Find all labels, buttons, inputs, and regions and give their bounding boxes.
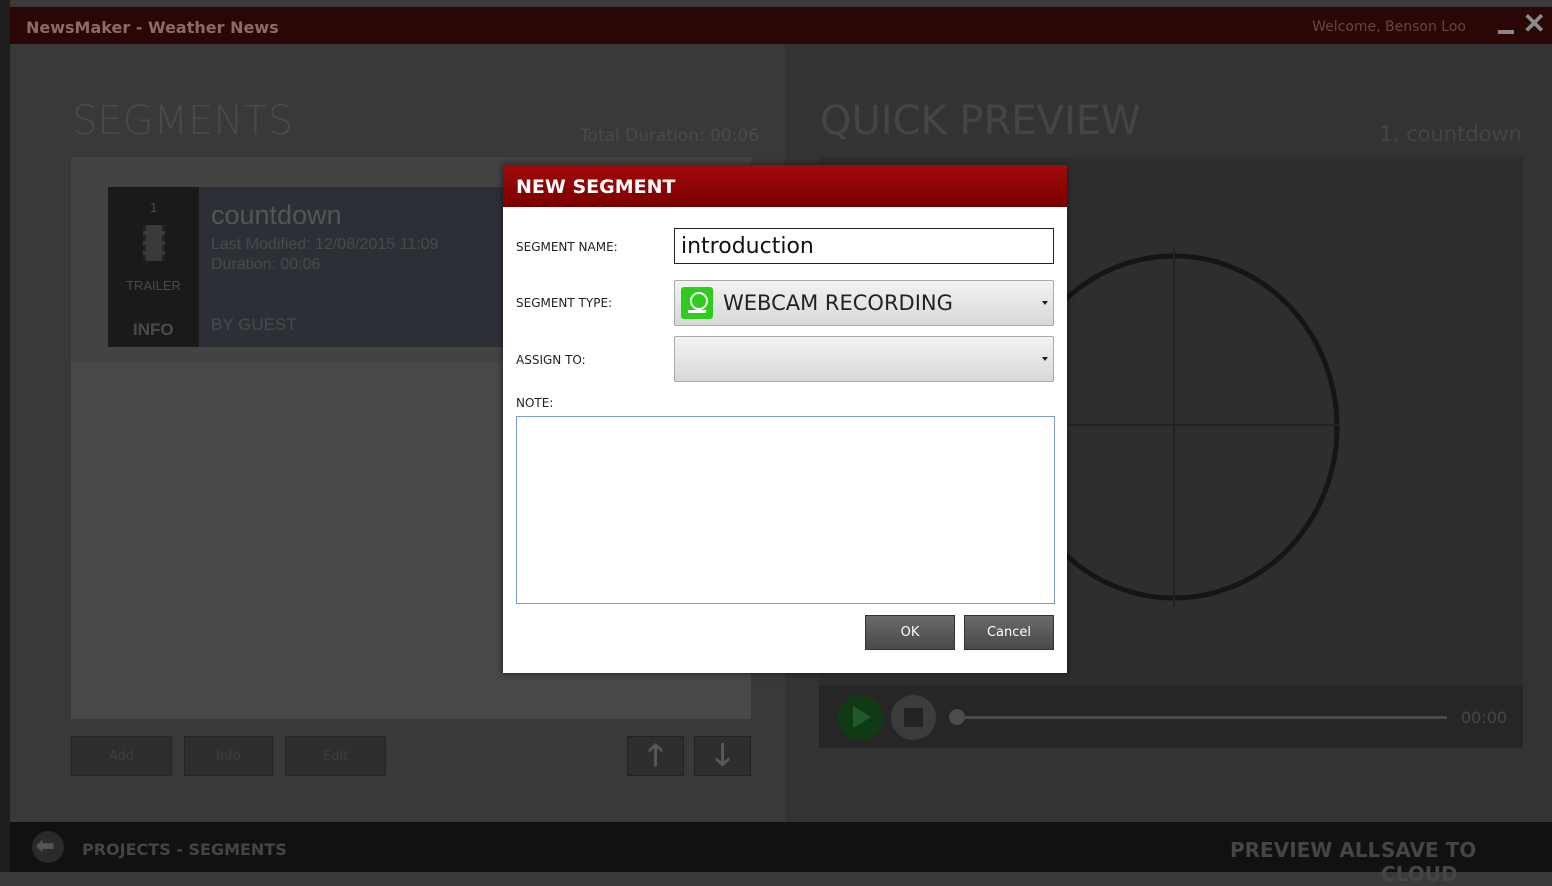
segment-author: BY GUEST — [211, 315, 297, 334]
save-to-cloud-button[interactable]: SAVE TO CLOUD — [1381, 838, 1552, 886]
seek-handle[interactable] — [949, 709, 965, 725]
add-button[interactable]: Add — [71, 736, 172, 776]
play-icon — [853, 706, 871, 728]
breadcrumb: PROJECTS - SEGMENTS — [82, 840, 287, 859]
close-icon[interactable]: ✕ — [1523, 9, 1546, 39]
welcome-text: Welcome, Benson Loo — [1312, 19, 1466, 35]
segment-type-value: WEBCAM RECORDING — [723, 291, 953, 315]
assign-to-select[interactable] — [674, 336, 1054, 382]
segment-duration: Duration: 00:06 — [211, 256, 321, 273]
segment-type-label: SEGMENT TYPE: — [516, 296, 613, 310]
segment-number: 1 — [150, 200, 158, 215]
app-window: NewsMaker - Weather News Welcome, Benson… — [0, 0, 1552, 886]
move-down-button[interactable]: 🡓 — [694, 736, 751, 776]
segment-type-select[interactable]: WEBCAM RECORDING — [674, 280, 1054, 326]
edit-button[interactable]: Edit — [285, 736, 386, 776]
title-bar: NewsMaker - Weather News Welcome, Benson… — [10, 7, 1552, 44]
back-arrow-icon: ⬅ — [36, 833, 55, 858]
chevron-down-icon — [1042, 301, 1048, 305]
minimize-icon[interactable] — [1498, 30, 1514, 34]
dialog-header: NEW SEGMENT — [503, 165, 1067, 207]
segment-name: countdown — [211, 200, 342, 230]
arrow-up-icon: 🡑 — [647, 739, 664, 772]
segment-info-button[interactable]: INFO — [133, 320, 174, 340]
webcam-icon — [681, 287, 713, 319]
segments-heading: SEGMENTS — [72, 98, 294, 144]
left-frame — [0, 0, 10, 872]
preview-all-button[interactable]: PREVIEW ALL — [1230, 838, 1380, 862]
playback-time: 00:00 — [1461, 708, 1508, 727]
assign-to-label: ASSIGN TO: — [516, 353, 586, 367]
seek-bar[interactable] — [957, 716, 1447, 719]
cancel-button[interactable]: Cancel — [964, 615, 1054, 650]
arrow-down-icon: 🡓 — [714, 739, 731, 772]
info-button[interactable]: Info — [184, 736, 273, 776]
note-label: NOTE: — [516, 396, 554, 410]
preview-heading: QUICK PREVIEW — [820, 98, 1141, 144]
segment-name-label: SEGMENT NAME: — [516, 240, 618, 254]
preview-current-segment: 1. countdown — [1379, 122, 1522, 146]
film-icon — [143, 225, 165, 261]
stop-icon — [904, 708, 923, 727]
top-frame — [0, 0, 1552, 7]
segment-type: TRAILER — [126, 278, 181, 293]
move-up-button[interactable]: 🡑 — [627, 736, 684, 776]
window-title: NewsMaker - Weather News — [26, 18, 279, 37]
total-duration: Total Duration: 00:06 — [580, 126, 760, 146]
note-textarea[interactable] — [516, 416, 1055, 604]
new-segment-dialog: NEW SEGMENT SEGMENT NAME: introduction S… — [503, 165, 1067, 673]
chevron-down-icon — [1042, 357, 1048, 361]
dialog-title: NEW SEGMENT — [516, 176, 676, 198]
ok-button[interactable]: OK — [865, 615, 955, 650]
segment-last-modified: Last Modified: 12/08/2015 11:09 — [211, 236, 439, 253]
segment-name-input[interactable]: introduction — [674, 228, 1054, 264]
